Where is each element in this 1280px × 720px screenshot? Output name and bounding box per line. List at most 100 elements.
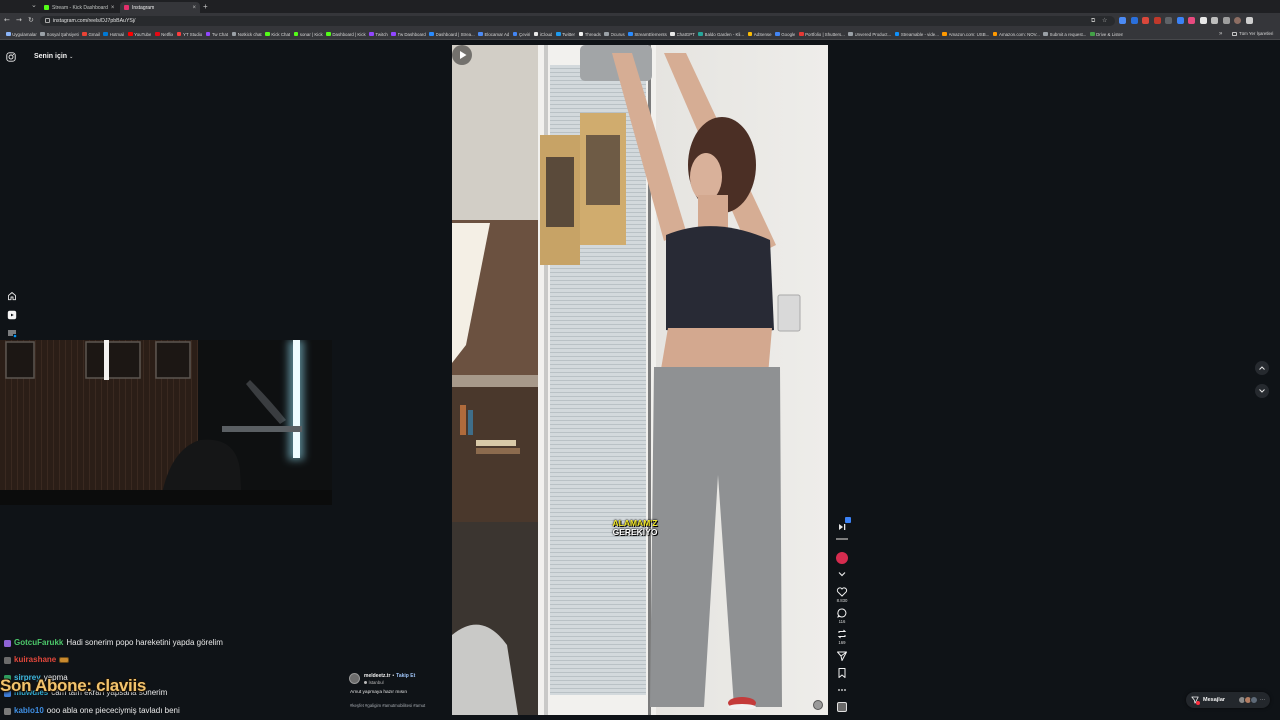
close-tab-icon[interactable]: ×	[111, 5, 115, 11]
repost-icon[interactable]	[836, 628, 848, 640]
bookmark-unvered-product[interactable]: Unvered Product...	[848, 32, 891, 37]
bookmarks-overflow-button[interactable]: »	[1219, 28, 1222, 40]
all-bookmarks-button[interactable]: Tüm Yer İşaretleri	[1232, 28, 1273, 40]
bookmark-gmail[interactable]: Gmail	[82, 32, 100, 37]
extension-blue-icon[interactable]	[1130, 17, 1138, 24]
bookmark-dashboard-strea[interactable]: Dashboard | Strea...	[429, 32, 475, 37]
instagram-icon[interactable]	[6, 52, 16, 62]
home-icon[interactable]	[7, 291, 17, 301]
follow-button[interactable]: Takip Et	[396, 673, 415, 679]
bookmark-tw-dashboard[interactable]: Tw Dashboard	[391, 32, 426, 37]
apps-grid-icon	[6, 31, 11, 37]
bookmark-amazon-com-nov[interactable]: Amazon.com: NOV...	[992, 32, 1040, 37]
tab-title: Stream - Kick Dashboard	[52, 4, 108, 11]
bookmark-streamable-vide[interactable]: Streamable - vide...	[894, 32, 939, 37]
bookmark-streamelements[interactable]: StreamElements	[628, 32, 667, 37]
next-reel-button[interactable]	[1255, 384, 1269, 398]
bookmark-baldo-garden-kli[interactable]: Baldo Garden - Kli...	[698, 32, 744, 37]
reel-video[interactable]: ALAMAM'Z GEREKİYO	[452, 45, 828, 715]
tab-kick-dashboard[interactable]: Stream - Kick Dashboard ×	[40, 2, 118, 13]
close-tab-icon[interactable]: ×	[192, 5, 196, 11]
author-name[interactable]: meldeetz.tr	[364, 673, 390, 679]
chevron-down-icon[interactable]	[836, 568, 848, 580]
post-hashtags[interactable]: #keşfet #galigim #amutmobilitesi #amut	[350, 703, 425, 708]
bookmark-tw-chat[interactable]: Tw Chat	[205, 32, 228, 37]
bookmark-yt-studio[interactable]: YT Studio	[176, 31, 202, 37]
chevron-up-icon	[1259, 366, 1265, 370]
extension-pink-icon[interactable]	[1188, 17, 1195, 24]
install-app-icon[interactable]: ⧉	[1091, 16, 1095, 26]
bookmark-amazon-com-usb[interactable]: Amazon.com: USB...	[942, 32, 989, 37]
heart-icon[interactable]	[836, 586, 848, 598]
audio-icon[interactable]	[813, 700, 823, 710]
address-url[interactable]: instagram.com/reels/DJ7pbBAuYSj/	[53, 16, 135, 26]
bookmark-notkick-chat[interactable]: Notkick chat	[231, 32, 262, 37]
extension-blue-icon[interactable]	[1176, 17, 1184, 24]
more-options-icon[interactable]	[836, 684, 848, 696]
folder-icon	[1232, 32, 1237, 36]
bookmark-icloud[interactable]: iCloud	[533, 32, 552, 37]
bookmark-dashboard-kick[interactable]: Dashboard | Kick	[326, 32, 366, 37]
twitter-icon	[555, 31, 561, 37]
reel-video-frame	[452, 45, 828, 715]
play-button[interactable]	[452, 45, 472, 65]
bookmark-netflix[interactable]: Netflix	[154, 32, 173, 37]
last-subscriber-alert: Son Abone: claviis	[0, 676, 147, 695]
author-avatar[interactable]	[349, 673, 360, 684]
bookmark-youtube[interactable]: YouTube	[127, 32, 151, 37]
new-tab-button[interactable]: +	[203, 1, 208, 12]
messages-button[interactable]: Mesajlar ···	[1186, 692, 1270, 708]
bookmark-hotmail[interactable]: Hotmail	[103, 32, 124, 37]
forward-button[interactable]: →	[16, 15, 22, 26]
extension-blue-icon[interactable]	[1119, 17, 1126, 24]
tab-instagram[interactable]: Instagram ×	[120, 2, 200, 13]
bookmark-icon[interactable]	[836, 667, 848, 679]
bookmark-adsense[interactable]: AdSense	[747, 31, 772, 37]
sidebar-icon[interactable]	[1222, 17, 1230, 24]
bookmark-eviri[interactable]: Çeviri	[512, 32, 530, 37]
extension-white-icon[interactable]	[1199, 17, 1207, 24]
send-icon[interactable]	[836, 650, 848, 662]
audio-thumbnail[interactable]	[837, 702, 847, 712]
bookmark-ocurus[interactable]: Ocurus	[604, 32, 625, 37]
reload-button[interactable]: ↻	[28, 15, 34, 26]
address-bar[interactable]: instagram.com/reels/DJ7pbBAuYSj/ ⧉ ☆	[40, 15, 1115, 26]
reels-icon[interactable]	[7, 310, 17, 320]
bookmark-sonar-kick[interactable]: sonar | Kick	[293, 32, 323, 37]
bookmark-elocamar-ad[interactable]: Elocamar Ad	[478, 32, 509, 37]
bookmark-portfolio-shutters[interactable]: Portfolio | Shutters...	[798, 32, 845, 37]
bookmark-sosyal-ahsiyeti[interactable]: Sosyal Şahsiyeti	[40, 32, 79, 37]
extension-red-icon[interactable]	[1153, 17, 1161, 24]
extension-gray-icon[interactable]	[1165, 17, 1172, 24]
youtube-studio-icon	[176, 31, 182, 37]
menu-icon[interactable]	[7, 328, 17, 338]
bookmark-label: Google	[781, 31, 796, 37]
kebab-menu-icon[interactable]	[1245, 17, 1253, 24]
globe-icon	[698, 31, 703, 37]
back-button[interactable]: ←	[4, 15, 10, 26]
kick-icon	[326, 31, 331, 37]
bookmark-chatgpt[interactable]: ChatGPT	[670, 32, 695, 37]
skip-icon[interactable]	[836, 521, 848, 533]
site-info-icon[interactable]	[45, 18, 50, 23]
previous-reel-button[interactable]	[1255, 361, 1269, 375]
streamelements-icon	[628, 31, 633, 37]
bookmark-label: AdSense	[753, 31, 772, 37]
bookmark-submit-a-request[interactable]: Submit a request...	[1043, 32, 1086, 37]
bookmark-drive-listen[interactable]: Drive & Listen	[1089, 32, 1123, 37]
extension-red-icon[interactable]	[1142, 17, 1149, 24]
bookmark-uygulamalar[interactable]: Uygulamalar	[6, 32, 37, 37]
bookmark-twitch[interactable]: Twitch	[369, 32, 388, 37]
comment-icon[interactable]	[836, 607, 848, 619]
tab-search-button[interactable]: ⌄	[31, 1, 37, 11]
feed-selector[interactable]: Senin için ⌄	[34, 52, 73, 62]
puzzle-icon[interactable]	[1211, 17, 1218, 24]
bookmark-star-icon[interactable]: ☆	[1102, 16, 1107, 26]
bookmark-threads[interactable]: Threads	[578, 32, 601, 37]
bookmark-google[interactable]: Google	[775, 32, 795, 37]
stream-extension-icon[interactable]	[836, 552, 848, 564]
bookmark-kick-chat[interactable]: Kick Chat	[265, 32, 290, 37]
profile-avatar-icon[interactable]	[1234, 17, 1241, 24]
post-location[interactable]: İstanbul	[364, 680, 384, 685]
bookmark-twitter[interactable]: Twitter	[555, 31, 575, 37]
